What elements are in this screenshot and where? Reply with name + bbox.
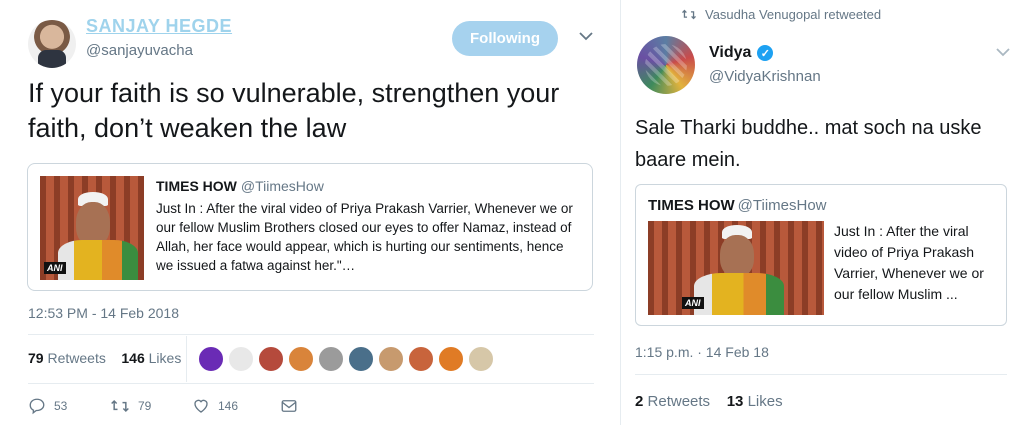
tweet-stats: 2 Retweets 13 Likes <box>635 393 783 410</box>
liker-avatar[interactable] <box>348 346 374 372</box>
heart-icon <box>194 399 208 413</box>
quoted-tweet-thumbnail: ANI <box>40 176 144 280</box>
likes-stat[interactable]: 13 Likes <box>727 393 783 410</box>
liker-avatar[interactable] <box>438 346 464 372</box>
timestamp[interactable]: 12:53 PM - 14 Feb 2018 <box>28 305 179 321</box>
author-name-row[interactable]: Vidya ✓ <box>709 44 774 62</box>
liker-avatars <box>198 346 494 372</box>
quoted-author-handle: @TiimesHow <box>240 178 324 194</box>
direct-message-button[interactable] <box>280 398 298 414</box>
divider <box>635 374 1007 375</box>
divider <box>28 334 594 335</box>
liker-avatar[interactable] <box>318 346 344 372</box>
liker-avatar[interactable] <box>258 346 284 372</box>
quoted-tweet[interactable]: TIMES HOW @TiimesHow ANI Just In : After … <box>635 184 1007 326</box>
quoted-tweet-thumbnail: ANI <box>648 221 824 315</box>
divider <box>28 383 594 384</box>
liker-avatar[interactable] <box>198 346 224 372</box>
reply-icon <box>29 398 45 415</box>
quoted-author: TIMES HOW @TiimesHow <box>648 197 827 214</box>
author-name[interactable]: SANJAY HEGDE <box>86 16 232 37</box>
quoted-tweet-text: Just In : After the viral video of Priya… <box>834 223 984 302</box>
quoted-tweet[interactable]: ANI TIMES HOW @TiimesHow Just In : After … <box>27 163 593 291</box>
retweets-stat[interactable]: 2 Retweets <box>635 393 710 410</box>
quoted-author-name: TIMES HOW <box>156 178 237 194</box>
retweets-stat[interactable]: 79 Retweets <box>28 350 106 366</box>
tweet-text: Sale Tharki buddhe.. mat soch na uske ba… <box>635 117 982 171</box>
divider <box>186 336 187 382</box>
tweet-stats: 79 Retweets 146 Likes <box>28 350 181 366</box>
liker-avatar[interactable] <box>288 346 314 372</box>
author-handle[interactable]: @VidyaKrishnan <box>709 68 821 85</box>
quoted-author-handle: @TiimesHow <box>737 197 827 214</box>
right-tweet: Vasudha Venugopal retweeted Vidya ✓ @Vid… <box>620 0 1024 425</box>
retweet-context[interactable]: Vasudha Venugopal retweeted <box>681 7 881 22</box>
following-button[interactable]: Following <box>452 21 558 56</box>
tweet-text: If your faith is so vulnerable, strength… <box>28 78 560 143</box>
author-handle[interactable]: @sanjayuvacha <box>86 42 193 59</box>
avatar[interactable] <box>637 36 695 94</box>
chevron-down-icon[interactable] <box>995 44 1011 60</box>
verified-icon: ✓ <box>757 45 774 61</box>
author-name: Vidya <box>709 44 752 61</box>
avatar[interactable] <box>28 20 76 68</box>
ani-logo: ANI <box>44 262 66 274</box>
reply-button[interactable]: 53 <box>28 397 110 415</box>
quoted-author: TIMES HOW @TiimesHow <box>156 178 324 194</box>
like-button[interactable]: 146 <box>192 397 280 415</box>
liker-avatar[interactable] <box>228 346 254 372</box>
tweet-actions: 53 79 146 <box>28 397 298 415</box>
liker-avatar[interactable] <box>468 346 494 372</box>
ani-logo: ANI <box>682 297 704 309</box>
chevron-down-icon[interactable] <box>578 28 594 44</box>
like-count: 146 <box>218 399 239 413</box>
timestamp[interactable]: 1:15 p.m. · 14 Feb 18 <box>635 344 769 360</box>
likes-stat[interactable]: 146 Likes <box>121 350 181 366</box>
quoted-author-name: TIMES HOW <box>648 197 735 214</box>
retweeted-by: Vasudha Venugopal retweeted <box>705 7 882 22</box>
quoted-tweet-text: Just In : After the viral video of Priya… <box>156 201 573 273</box>
retweet-icon <box>111 399 129 413</box>
left-tweet: SANJAY HEGDE @sanjayuvacha Following If … <box>0 0 612 425</box>
retweet-button[interactable]: 79 <box>110 397 192 415</box>
envelope-icon <box>281 400 297 412</box>
liker-avatar[interactable] <box>378 346 404 372</box>
retweet-count: 79 <box>138 399 152 413</box>
reply-count: 53 <box>54 399 68 413</box>
liker-avatar[interactable] <box>408 346 434 372</box>
retweet-icon <box>682 9 696 20</box>
